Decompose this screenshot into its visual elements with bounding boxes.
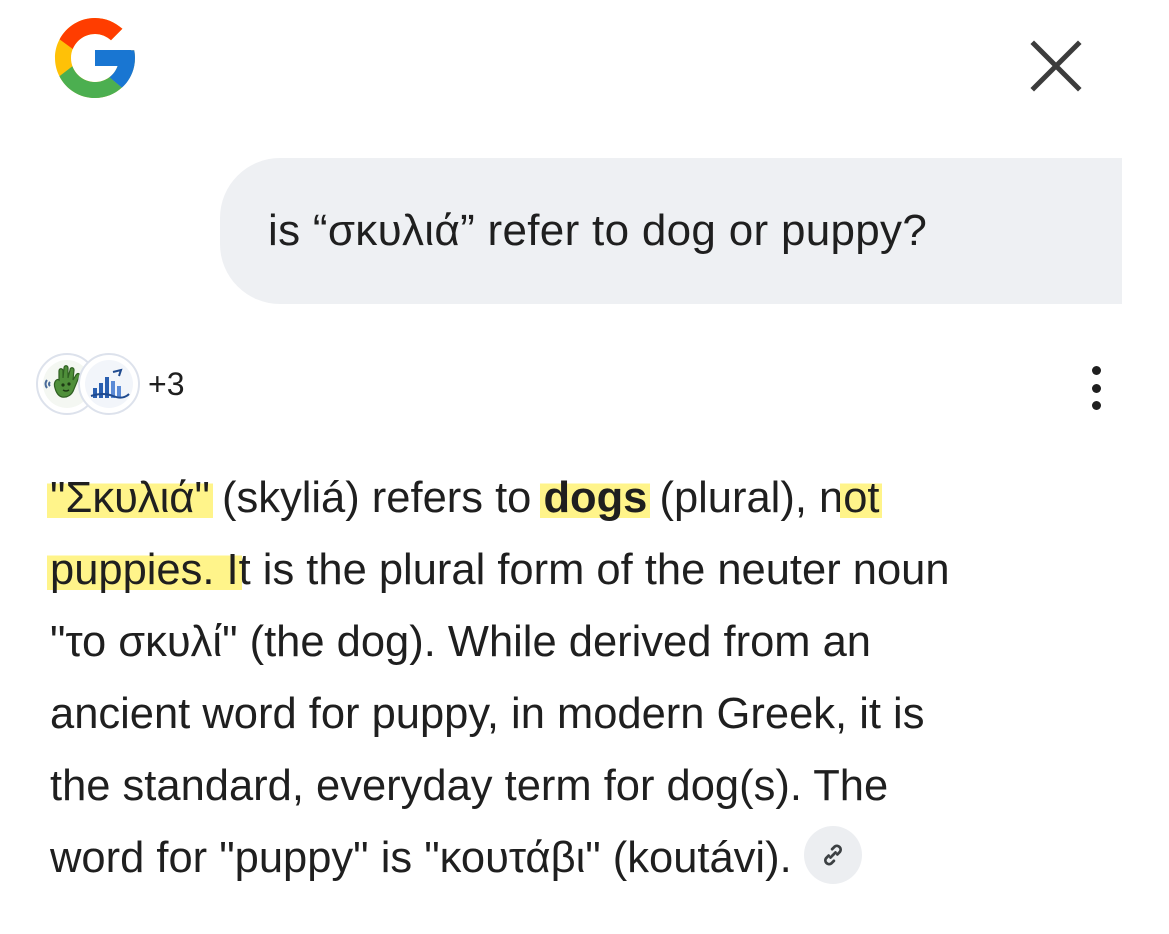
google-g-logo-icon[interactable] <box>44 10 146 106</box>
highlight-bold-word: dogs <box>540 474 651 522</box>
ai-answer-text: "Σκυλιά" (skyliá) refers to dogs (plural… <box>47 462 1130 894</box>
answer-line-2: puppies. It is the plural form of the ne… <box>47 534 1130 606</box>
user-query-text: is “σκυλιά” refer to dog or puppy? <box>268 206 928 255</box>
answer-fragment: " <box>50 474 66 522</box>
more-vert-icon-dot <box>1091 383 1101 393</box>
more-options-button[interactable] <box>1078 362 1114 414</box>
link-icon <box>823 844 842 865</box>
user-query-bubble: is “σκυλιά” refer to dog or puppy? <box>220 158 1122 304</box>
sources-count[interactable]: +3 <box>148 366 184 403</box>
answer-line-3: "το σκυλί" (the dog). While derived from… <box>50 618 871 666</box>
close-icon <box>1030 40 1082 92</box>
close-button[interactable] <box>1020 30 1092 102</box>
more-vert-icon <box>1091 366 1101 375</box>
more-vert-icon-dot <box>1091 401 1101 410</box>
highlight-word: puppies. I <box>47 546 242 594</box>
highlight-word: "Σκυλιά" <box>47 474 213 522</box>
answer-fragment: t is the plural form of the neuter noun <box>238 546 950 594</box>
answer-fragment: (skyliá) refers to <box>209 474 544 522</box>
answer-fragment: word for "puppy" is "κουτάβι" (koutávi). <box>50 834 792 882</box>
ai-answer-screen: is “σκυλιά” refer to dog or puppy? +3 "Σ… <box>0 0 1169 934</box>
blue-chart-logo-icon <box>85 360 133 408</box>
sources-row[interactable]: +3 <box>36 350 184 418</box>
answer-line-1: "Σκυλιά" (skyliá) refers to dogs (plural… <box>47 462 1130 534</box>
answer-fragment: Σκυλιά" <box>65 474 210 522</box>
source-avatar-2[interactable] <box>78 353 140 415</box>
source-link-button[interactable] <box>803 825 862 884</box>
answer-line-4: ancient word for puppy, in modern Greek,… <box>50 690 925 738</box>
answer-fragment: (plural), n <box>647 474 844 522</box>
answer-line-6: word for "puppy" is "κουτάβι" (koutávi). <box>50 822 1130 894</box>
answer-line-5: the standard, everyday term for dog(s). … <box>50 762 889 810</box>
highlight-word: ot <box>840 474 883 522</box>
